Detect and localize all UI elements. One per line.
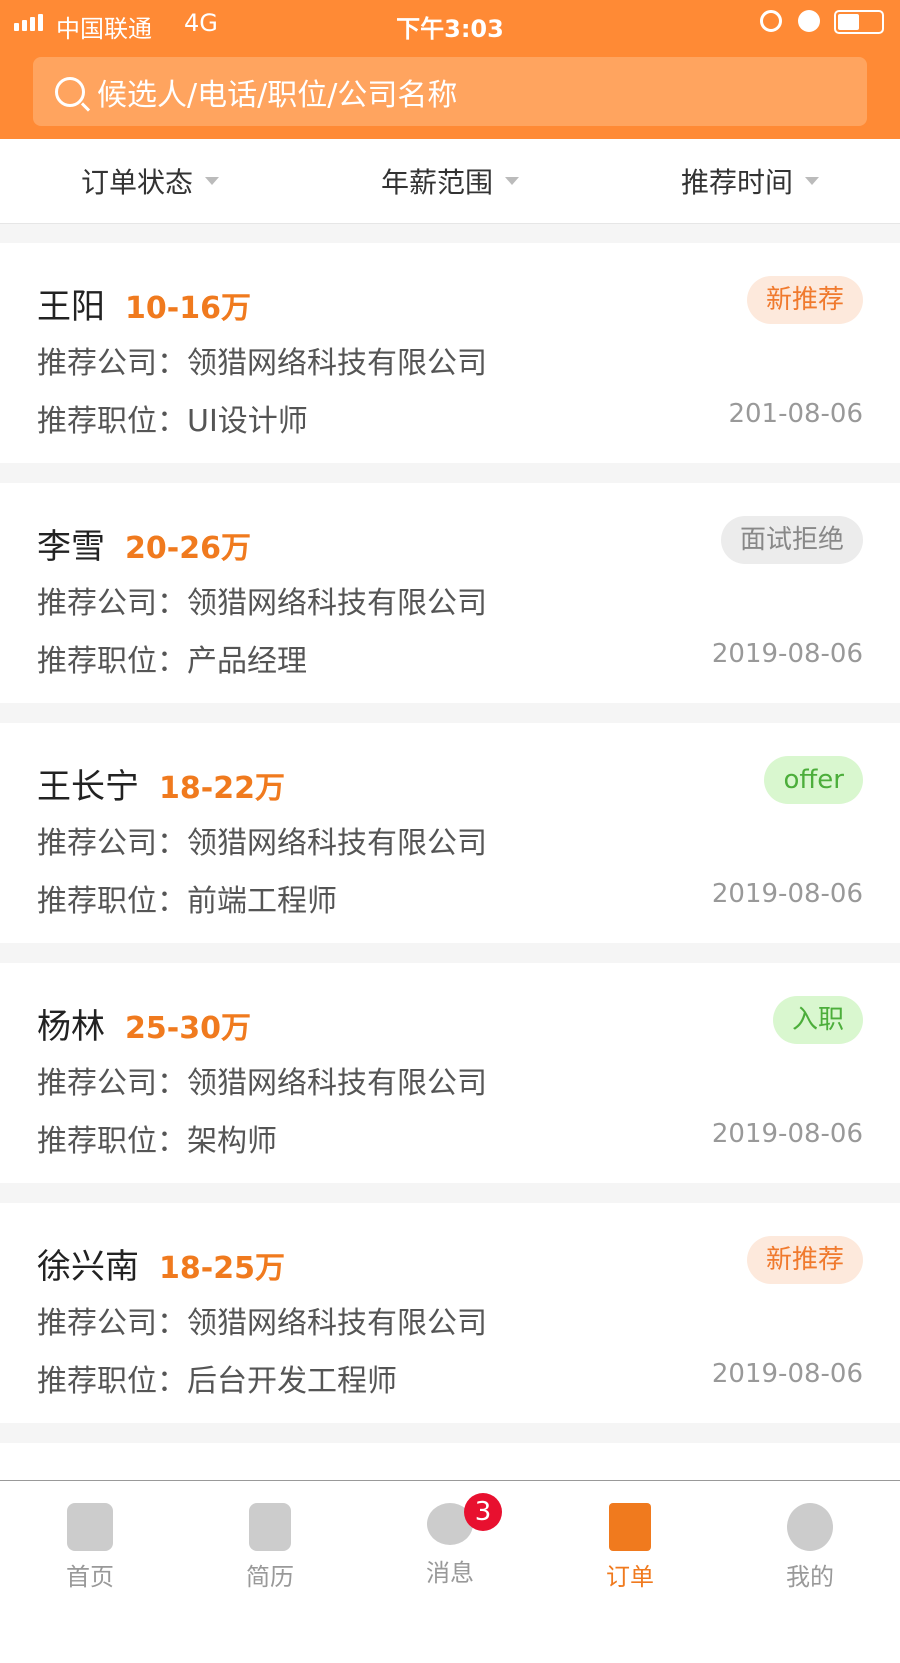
unread-badge: 3 <box>464 1493 502 1531</box>
filter-recommend-time[interactable]: 推荐时间 <box>600 139 900 223</box>
order-card[interactable]: 李雪 20-26万 推荐公司：领猎网络科技有限公司 推荐职位：产品经理 2019-… <box>0 483 900 703</box>
name-text: 王长宁 <box>37 767 139 807</box>
tab-bar: 首页 简历 消息 3 订单 我的 <box>0 1480 900 1600</box>
caret-down-icon <box>205 177 219 185</box>
recommend-date: 2019-08-06 <box>711 1119 863 1149</box>
company: 推荐公司：领猎网络科技有限公司 <box>37 586 487 621</box>
status-badge: 入职 <box>772 996 863 1044</box>
tab-home[interactable]: 首页 <box>0 1481 180 1600</box>
filter-label: 订单状态 <box>80 166 193 199</box>
name-text: 杨林 <box>37 1007 105 1047</box>
rotation-lock-icon <box>760 10 782 32</box>
user-icon <box>787 1503 833 1551</box>
filter-bar: 订单状态 年薪范围 推荐时间 <box>0 139 900 224</box>
candidate-name: 王长宁 18-22万 <box>37 759 285 808</box>
tab-messages[interactable]: 消息 3 <box>360 1481 540 1600</box>
recommend-date: 201-08-06 <box>728 399 863 429</box>
battery-icon <box>834 10 884 34</box>
filter-label: 推荐时间 <box>680 166 793 199</box>
owl-icon <box>67 1503 113 1551</box>
tab-label: 简历 <box>246 1563 294 1591</box>
status-badge: 新推荐 <box>746 1236 863 1284</box>
caret-down-icon <box>805 177 819 185</box>
candidate-name: 杨林 25-30万 <box>37 999 251 1048</box>
status-badge: 面试拒绝 <box>720 516 863 564</box>
position: 推荐职位：产品经理 <box>37 644 307 679</box>
status-bar: 中国联通 4G 下午3:03 <box>0 0 900 46</box>
order-card[interactable]: 徐兴南 18-25万 推荐公司：领猎网络科技有限公司 推荐职位：后台开发工程师 2… <box>0 1203 900 1423</box>
candidate-name: 王阳 10-16万 <box>37 279 251 328</box>
candidate-name: 李雪 20-26万 <box>37 519 251 568</box>
status-badge: offer <box>764 756 863 804</box>
salary-range: 10-16万 <box>125 291 251 326</box>
tab-label: 消息 <box>426 1559 474 1587</box>
position: 推荐职位：UI设计师 <box>37 404 308 439</box>
order-card[interactable]: 王阳 10-16万 推荐公司：领猎网络科技有限公司 推荐职位：UI设计师 201-… <box>0 243 900 463</box>
position: 推荐职位：后台开发工程师 <box>37 1364 397 1399</box>
name-text: 王阳 <box>37 287 105 327</box>
salary-range: 18-22万 <box>159 771 285 806</box>
header: 中国联通 4G 下午3:03 候选人/电话/职位/公司名称 <box>0 0 900 139</box>
search-icon <box>55 76 85 107</box>
tab-label: 订单 <box>606 1563 654 1591</box>
order-card[interactable]: 杨林 25-30万 推荐公司：领猎网络科技有限公司 推荐职位：架构师 2019-0… <box>0 963 900 1183</box>
recommend-date: 2019-08-06 <box>711 639 863 669</box>
order-card[interactable]: 王长宁 18-22万 推荐公司：领猎网络科技有限公司 推荐职位：前端工程师 201… <box>0 723 900 943</box>
position: 推荐职位：架构师 <box>37 1124 277 1159</box>
recommend-date: 2019-08-06 <box>711 879 863 909</box>
document-icon <box>249 1503 291 1551</box>
caret-down-icon <box>505 177 519 185</box>
filter-label: 年薪范围 <box>380 166 493 199</box>
position: 推荐职位：前端工程师 <box>37 884 337 919</box>
alarm-icon <box>798 10 820 32</box>
name-text: 徐兴南 <box>37 1247 139 1287</box>
company: 推荐公司：领猎网络科技有限公司 <box>37 1306 487 1341</box>
recommend-date: 2019-08-06 <box>711 1359 863 1389</box>
tab-resume[interactable]: 简历 <box>180 1481 360 1600</box>
search-input[interactable]: 候选人/电话/职位/公司名称 <box>33 57 867 126</box>
order-icon <box>609 1503 651 1551</box>
candidate-name: 徐兴南 18-25万 <box>37 1239 285 1288</box>
company: 推荐公司：领猎网络科技有限公司 <box>37 346 487 381</box>
tab-label: 我的 <box>786 1563 834 1591</box>
company: 推荐公司：领猎网络科技有限公司 <box>37 1066 487 1101</box>
salary-range: 25-30万 <box>125 1011 251 1046</box>
tab-label: 首页 <box>66 1563 114 1591</box>
salary-range: 18-25万 <box>159 1251 285 1286</box>
salary-range: 20-26万 <box>125 531 251 566</box>
search-placeholder: 候选人/电话/职位/公司名称 <box>97 77 458 113</box>
tab-orders[interactable]: 订单 <box>540 1481 720 1600</box>
filter-order-status[interactable]: 订单状态 <box>0 139 300 223</box>
name-text: 李雪 <box>37 527 105 567</box>
filter-salary-range[interactable]: 年薪范围 <box>300 139 600 223</box>
company: 推荐公司：领猎网络科技有限公司 <box>37 826 487 861</box>
tab-profile[interactable]: 我的 <box>720 1481 900 1600</box>
status-badge: 新推荐 <box>746 276 863 324</box>
